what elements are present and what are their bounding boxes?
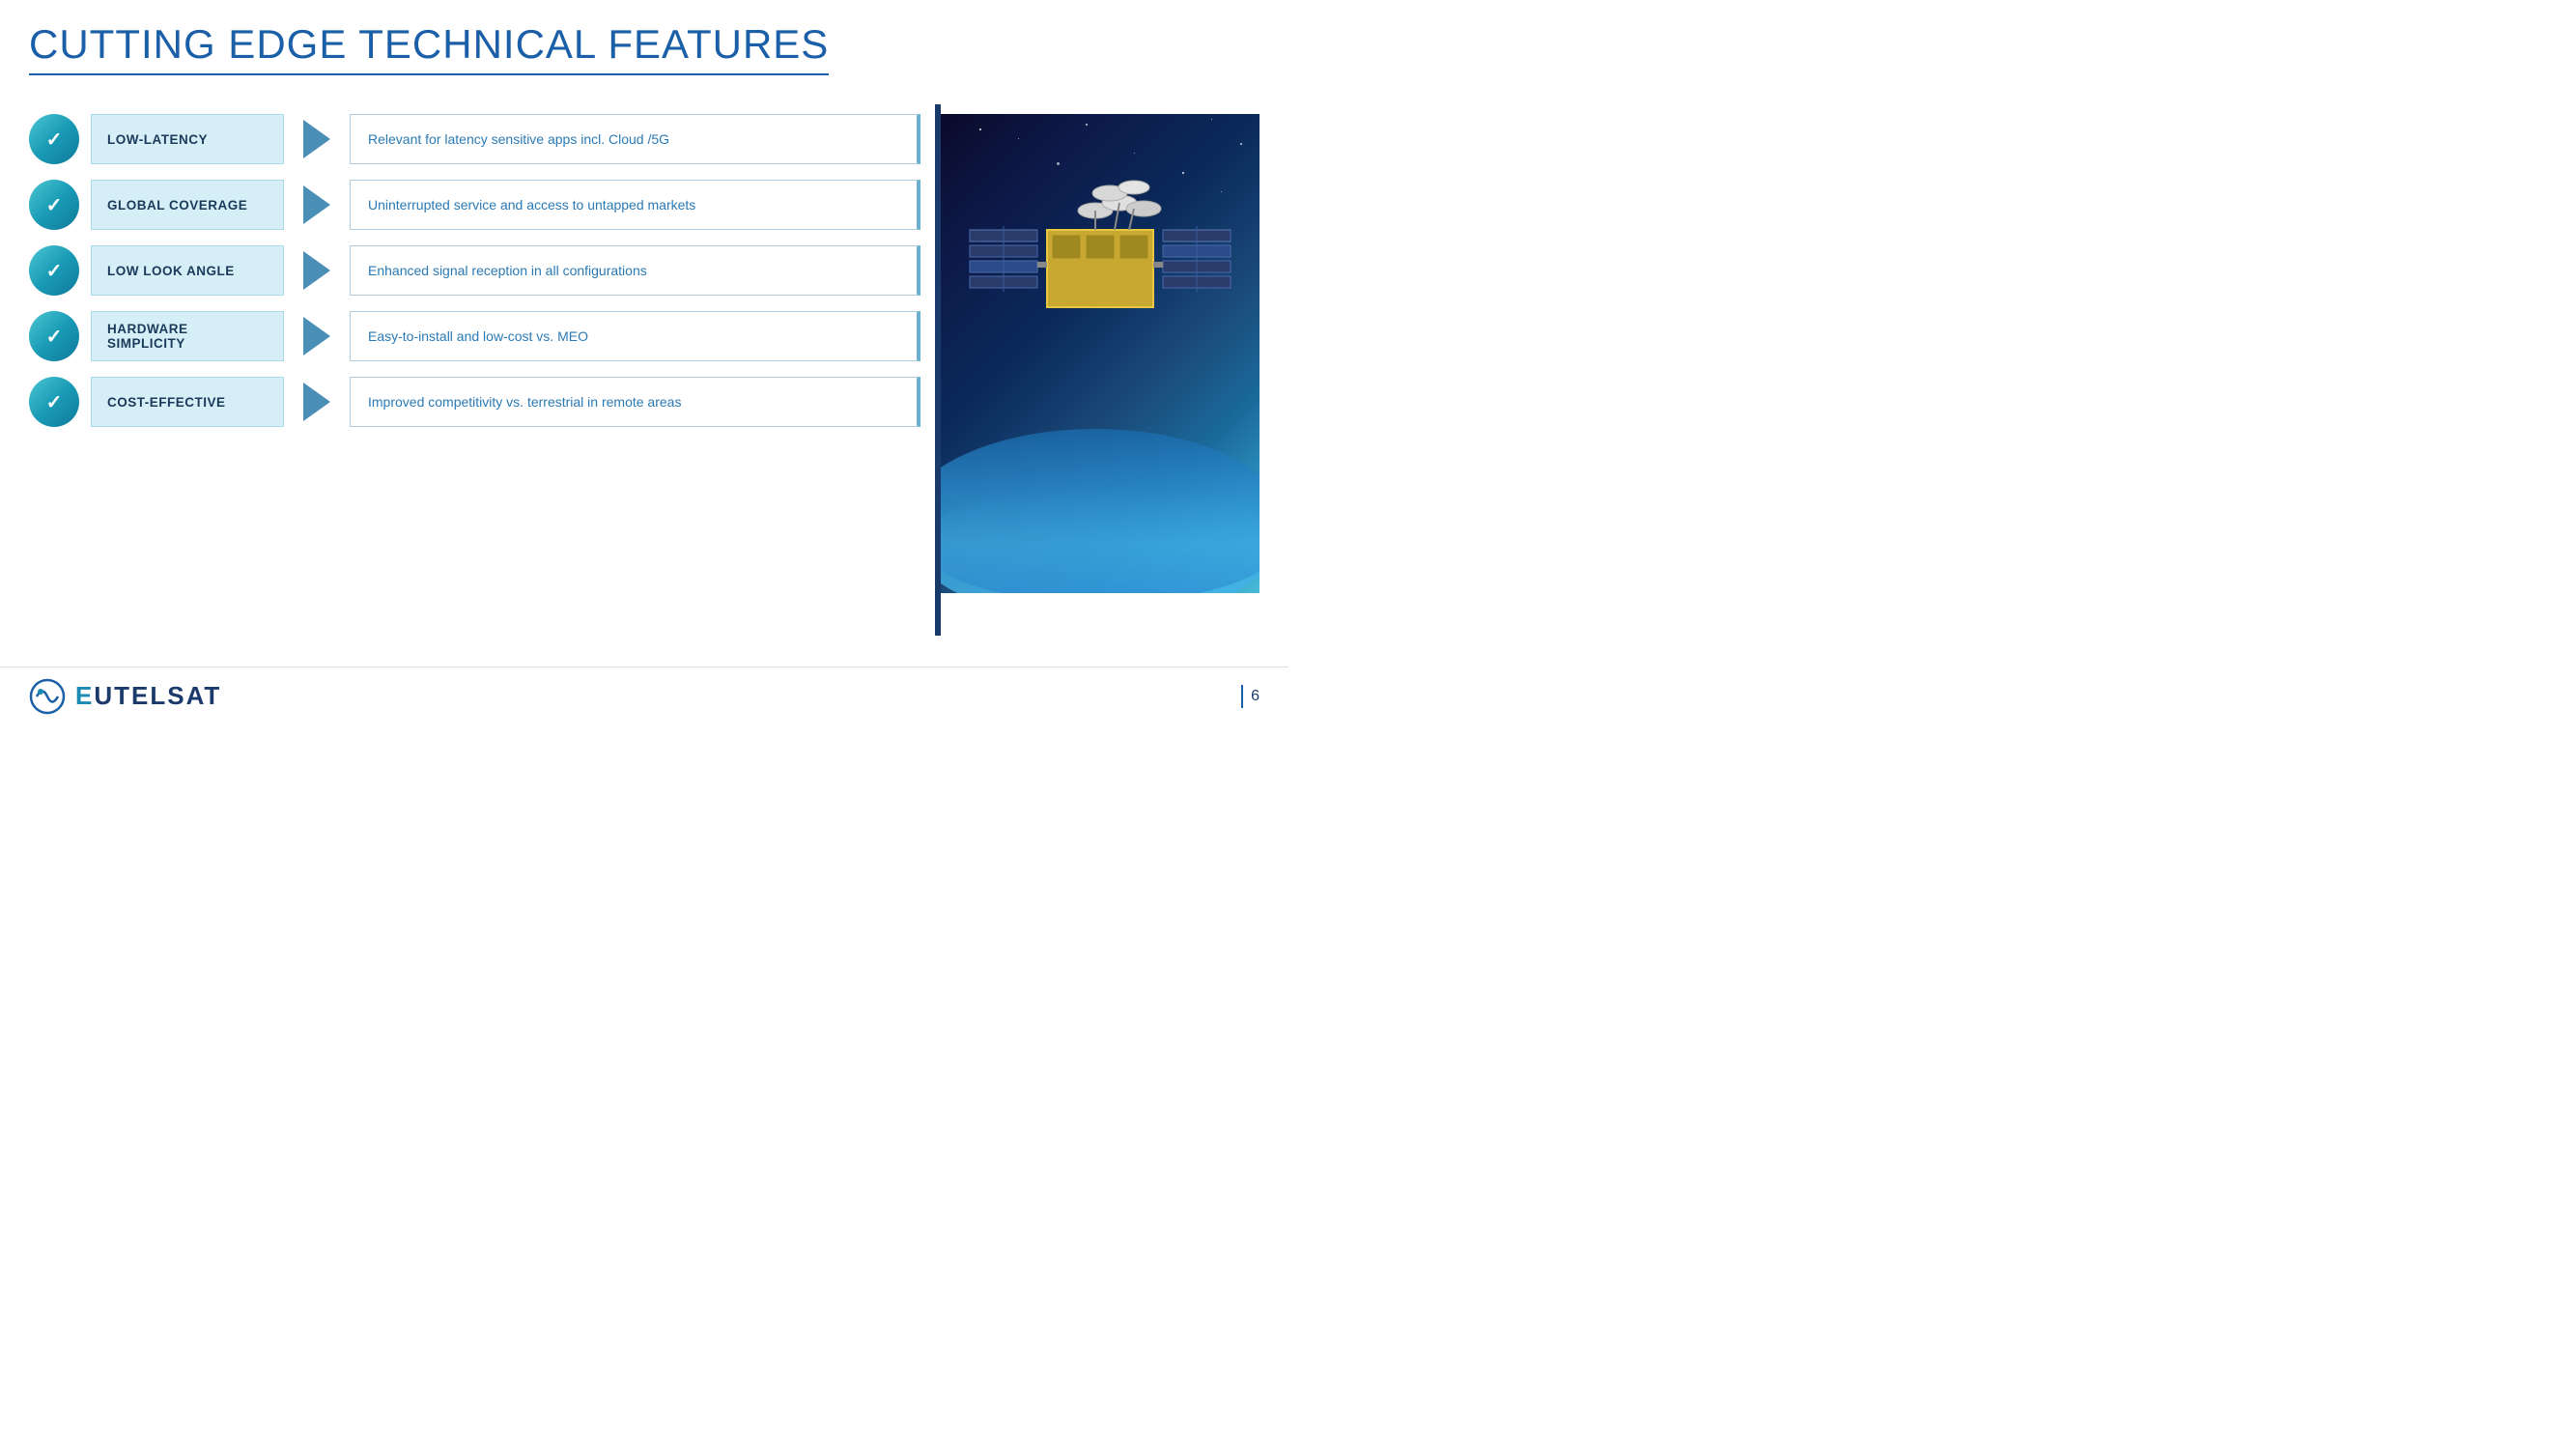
header: CUTTING EDGE TECHNICAL FEATURES	[0, 0, 1288, 75]
feature-label-global-coverage: GLOBAL COVERAGE	[91, 180, 284, 230]
feature-label-text-hardware-simplicity: HARDWARE SIMPLICITY	[107, 322, 268, 351]
feature-label-text-global-coverage: GLOBAL COVERAGE	[107, 198, 247, 213]
feature-desc-global-coverage: Uninterrupted service and access to unta…	[350, 180, 920, 230]
logo-rest: utelsat	[94, 681, 221, 711]
feature-desc-text-hardware-simplicity: Easy-to-install and low-cost vs. MEO	[368, 328, 588, 344]
feature-row-global-coverage: GLOBAL COVERAGE Uninterrupted service an…	[29, 180, 920, 230]
satellite-svg	[960, 133, 1240, 404]
feature-row-low-latency: LOW-LATENCY Relevant for latency sensiti…	[29, 114, 920, 164]
feature-row-low-look-angle: LOW LOOK ANGLE Enhanced signal reception…	[29, 245, 920, 296]
logo-e: e	[75, 681, 94, 711]
feature-desc-low-look-angle: Enhanced signal reception in all configu…	[350, 245, 920, 296]
feature-icon-low-latency	[29, 114, 79, 164]
satellite-image	[941, 114, 1260, 593]
page-divider	[1241, 685, 1243, 708]
eutelsat-logo-icon	[29, 678, 66, 715]
feature-desc-cost-effective: Improved competitivity vs. terrestrial i…	[350, 377, 920, 427]
arrow-low-look-angle	[303, 251, 330, 290]
feature-icon-cost-effective	[29, 377, 79, 427]
arrow-low-latency	[303, 120, 330, 158]
feature-label-hardware-simplicity: HARDWARE SIMPLICITY	[91, 311, 284, 361]
main-content: LOW-LATENCY Relevant for latency sensiti…	[0, 75, 1288, 636]
slide-page: CUTTING EDGE TECHNICAL FEATURES LOW-LATE…	[0, 0, 1288, 724]
feature-label-low-look-angle: LOW LOOK ANGLE	[91, 245, 284, 296]
page-number: 6	[1251, 688, 1260, 705]
footer: e utelsat 6	[0, 667, 1288, 724]
arrow-global-coverage	[303, 185, 330, 224]
feature-icon-global-coverage	[29, 180, 79, 230]
feature-desc-hardware-simplicity: Easy-to-install and low-cost vs. MEO	[350, 311, 920, 361]
feature-icon-low-look-angle	[29, 245, 79, 296]
feature-label-text-low-latency: LOW-LATENCY	[107, 132, 208, 147]
features-list: LOW-LATENCY Relevant for latency sensiti…	[29, 104, 920, 636]
feature-desc-text-low-latency: Relevant for latency sensitive apps incl…	[368, 131, 669, 147]
feature-label-cost-effective: COST-EFFECTIVE	[91, 377, 284, 427]
feature-label-text-cost-effective: COST-EFFECTIVE	[107, 395, 226, 410]
feature-label-text-low-look-angle: LOW LOOK ANGLE	[107, 264, 235, 278]
logo-area: e utelsat	[29, 678, 221, 715]
feature-icon-hardware-simplicity	[29, 311, 79, 361]
feature-desc-text-cost-effective: Improved competitivity vs. terrestrial i…	[368, 394, 681, 410]
feature-row-hardware-simplicity: HARDWARE SIMPLICITY Easy-to-install and …	[29, 311, 920, 361]
arrow-cost-effective	[303, 383, 330, 421]
feature-desc-text-global-coverage: Uninterrupted service and access to unta…	[368, 197, 695, 213]
feature-desc-low-latency: Relevant for latency sensitive apps incl…	[350, 114, 920, 164]
feature-label-low-latency: LOW-LATENCY	[91, 114, 284, 164]
arrow-hardware-simplicity	[303, 317, 330, 355]
page-title: CUTTING EDGE TECHNICAL FEATURES	[29, 21, 829, 75]
feature-row-cost-effective: COST-EFFECTIVE Improved competitivity vs…	[29, 377, 920, 427]
logo-text: e utelsat	[75, 681, 221, 711]
page-number-area: 6	[1241, 685, 1260, 708]
feature-desc-text-low-look-angle: Enhanced signal reception in all configu…	[368, 263, 647, 278]
